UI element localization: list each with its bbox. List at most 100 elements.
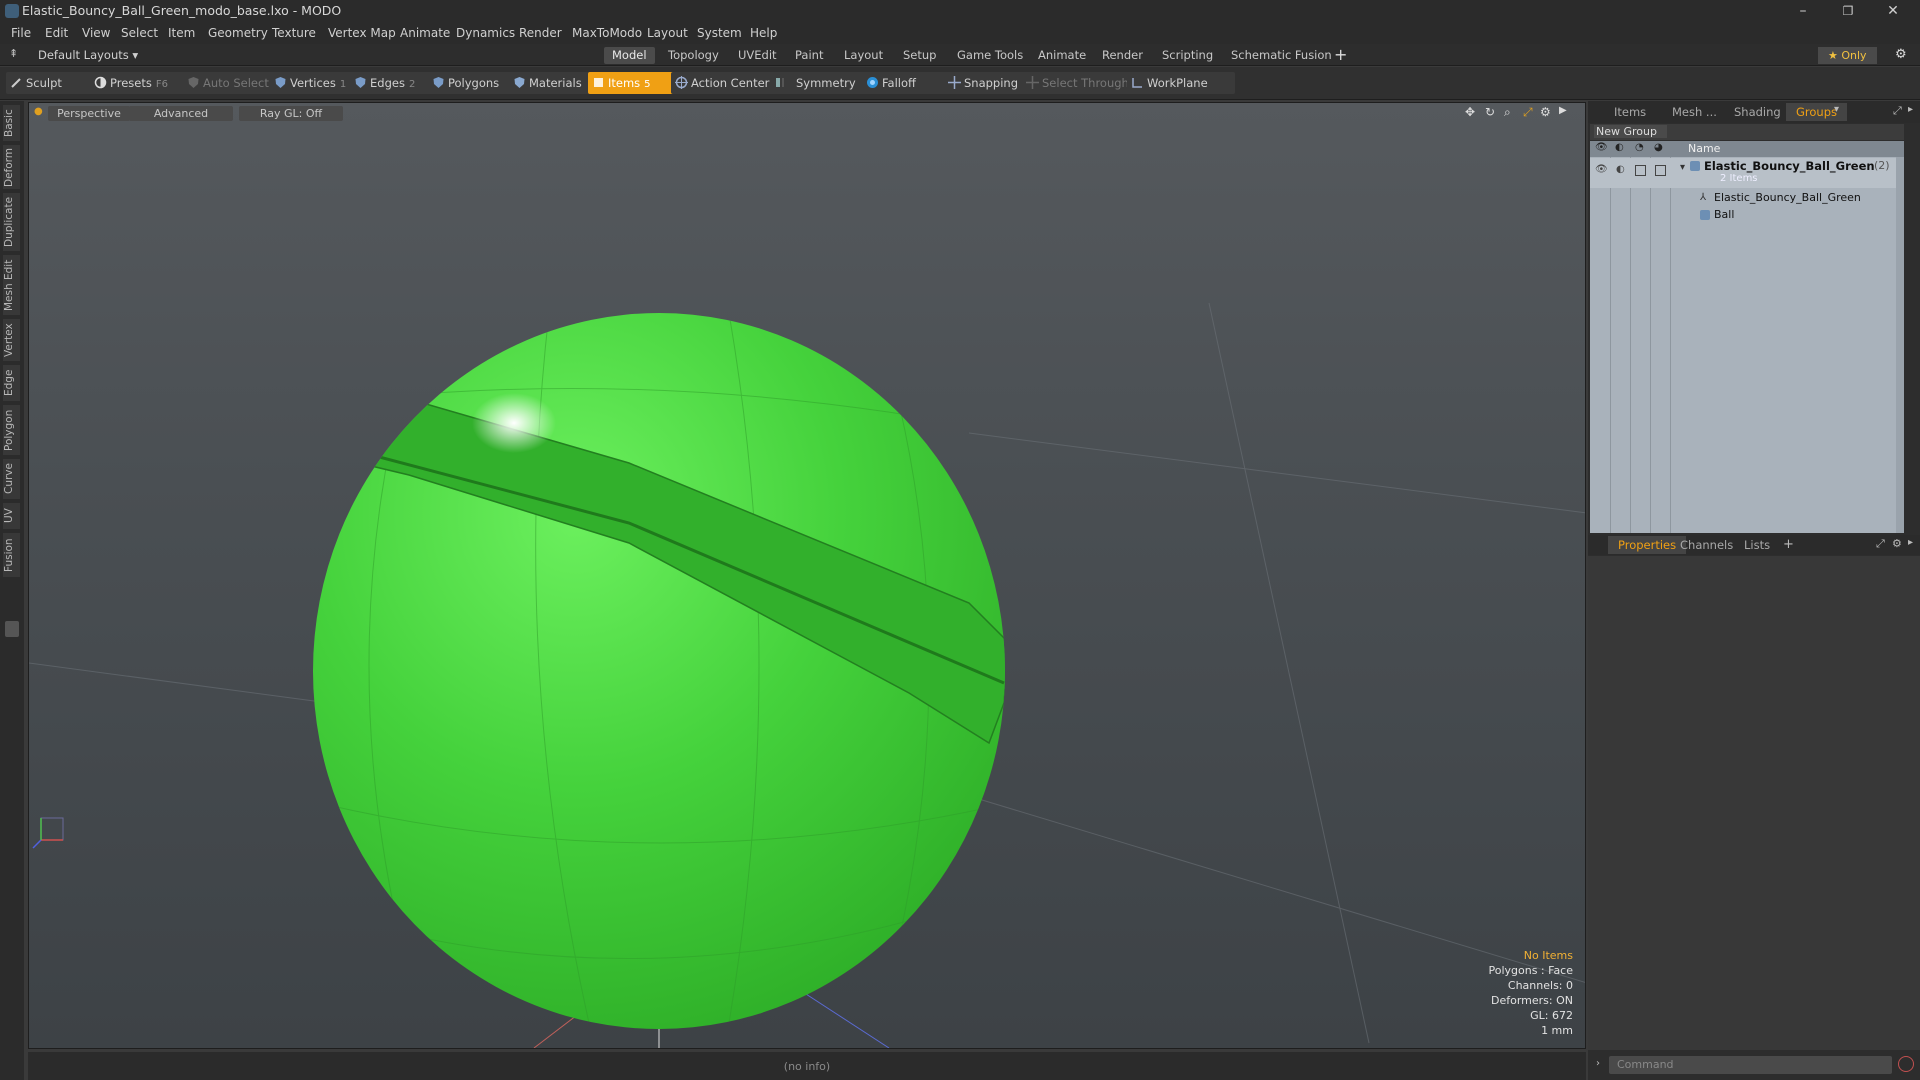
groups-list[interactable]: 👁 ◐ ◔ ◕ Name 👁 ◐ ▾ Elastic_Bouncy_Ball_G… (1590, 141, 1904, 533)
tab-uvedit[interactable]: UVEdit (730, 47, 785, 64)
vtab-deform[interactable]: Deform (3, 145, 20, 189)
only-toggle[interactable]: ★ Only (1818, 47, 1877, 64)
hud-gl: GL: 672 (1530, 1009, 1573, 1022)
vtab-fusion[interactable]: Fusion (3, 533, 20, 577)
tab-render[interactable]: Render (1094, 47, 1151, 64)
tab-animate[interactable]: Animate (1030, 47, 1094, 64)
select-icon[interactable]: ◕ (1654, 142, 1663, 153)
lock-icon[interactable]: ◔ (1635, 142, 1644, 153)
command-input[interactable]: Command (1609, 1056, 1892, 1074)
tab-topology[interactable]: Topology (660, 47, 727, 64)
items-icon (594, 78, 603, 87)
tab-channels[interactable]: Channels (1670, 536, 1743, 554)
tab-mesh[interactable]: Mesh ... (1662, 103, 1727, 121)
viewport-info-hud: No Items Polygons : Face Channels: 0 Def… (1488, 948, 1573, 1038)
render-icon[interactable]: ◐ (1615, 142, 1624, 153)
layout-collapse-icon[interactable]: ⇞ (9, 47, 18, 60)
default-layouts-dropdown[interactable]: Default Layouts ▾ (38, 48, 138, 62)
gear-icon[interactable]: ⚙ (1895, 47, 1907, 62)
group-item-count: 2 Items (1720, 173, 1758, 184)
vtab-curve[interactable]: Curve (3, 459, 20, 499)
menu-item[interactable]: Item (168, 26, 195, 40)
menu-vertex-map[interactable]: Vertex Map (328, 26, 396, 40)
menu-animate[interactable]: Animate (400, 26, 450, 40)
tab-schematic-fusion[interactable]: Schematic Fusion (1223, 47, 1340, 64)
menu-dynamics[interactable]: Dynamics (456, 26, 515, 40)
add-tab-button[interactable]: + (1783, 537, 1794, 552)
menu-view[interactable]: View (82, 26, 110, 40)
tab-items[interactable]: Items (1604, 103, 1656, 121)
tab-layout[interactable]: Layout (836, 47, 891, 64)
workplane-button[interactable]: WorkPlane (1127, 72, 1235, 94)
panel-arrow-icon[interactable]: ▸ (1908, 104, 1913, 115)
panel-arrow-icon[interactable]: ▸ (1908, 537, 1913, 548)
symmetry-button[interactable]: Symmetry (770, 72, 876, 94)
group-visibility-icon[interactable]: 👁 (1595, 164, 1608, 175)
crosshair-icon (675, 76, 688, 89)
vtab-vertex[interactable]: Vertex (3, 319, 20, 361)
tab-model[interactable]: Model (604, 47, 655, 64)
brush-icon (11, 78, 21, 88)
tab-shading[interactable]: Shading (1724, 103, 1791, 121)
group-row[interactable]: 👁 ◐ ▾ Elastic_Bouncy_Ball_Green (2) 2 It… (1590, 158, 1904, 188)
groups-scrollbar[interactable] (1896, 157, 1904, 533)
close-button[interactable]: ✕ (1873, 1, 1913, 21)
tab-lists[interactable]: Lists (1734, 536, 1780, 554)
vtab-mesh-edit[interactable]: Mesh Edit (3, 255, 20, 315)
expand-tools-button[interactable] (5, 621, 19, 637)
group-child-row[interactable]: Ball (1590, 207, 1904, 223)
materials-icon (514, 77, 525, 88)
tab-game-tools[interactable]: Game Tools (949, 47, 1031, 64)
scene-canvas (29, 302, 1585, 1048)
tool-bar: Sculpt Presets F6 Auto Select Vertices 1 E… (0, 67, 1920, 100)
new-group-button[interactable]: New Group (1594, 125, 1667, 138)
eye-icon[interactable]: 👁 (1595, 142, 1608, 153)
tab-scripting[interactable]: Scripting (1154, 47, 1221, 64)
vtab-polygon[interactable]: Polygon (3, 405, 20, 455)
panel-gear-icon[interactable]: ⚙ (1892, 537, 1902, 550)
vtab-uv[interactable]: UV (3, 503, 20, 529)
edges-icon (355, 77, 366, 88)
groups-toolbar: New Group (1590, 124, 1904, 140)
group-lock-checkbox[interactable] (1635, 165, 1646, 176)
right-panel: Items Mesh ... Shading Groups ▾ ⤢ ▸ New … (1588, 101, 1920, 1080)
add-tab-button[interactable]: + (1334, 45, 1347, 64)
group-count: (2) (1874, 159, 1890, 172)
panel-expand-icon[interactable]: ⤢ (1893, 104, 1902, 118)
tab-paint[interactable]: Paint (787, 47, 831, 64)
minimize-button[interactable]: – (1783, 1, 1823, 21)
tabs-dropdown-icon[interactable]: ▾ (1834, 104, 1839, 115)
hud-unit: 1 mm (1541, 1024, 1573, 1037)
vtab-edge[interactable]: Edge (3, 365, 20, 401)
menu-texture[interactable]: Texture (272, 26, 316, 40)
menu-layout[interactable]: Layout (647, 26, 688, 40)
hud-polygons: Polygons : Face (1488, 964, 1573, 977)
vtab-duplicate[interactable]: Duplicate (3, 193, 20, 251)
panel-expand-icon[interactable]: ⤢ (1876, 537, 1885, 551)
menu-system[interactable]: System (697, 26, 742, 40)
presets-icon (94, 76, 107, 89)
3d-viewport[interactable]: ● Perspective Advanced Ray GL: Off ✥ ↻ ⌕… (28, 102, 1586, 1049)
vtab-basic[interactable]: Basic (3, 105, 20, 141)
command-arrow-icon: › (1596, 1058, 1600, 1069)
group-select-checkbox[interactable] (1655, 165, 1666, 176)
name-column-header[interactable]: Name (1688, 142, 1720, 155)
menu-edit[interactable]: Edit (45, 26, 68, 40)
group-collapse-icon[interactable]: ▾ (1680, 162, 1685, 173)
modo-app-icon (5, 4, 19, 18)
group-child-row[interactable]: ⅄ Elastic_Bouncy_Ball_Green (1590, 190, 1904, 206)
restore-button[interactable]: ❐ (1828, 1, 1868, 21)
snapping-icon (948, 76, 961, 89)
tab-setup[interactable]: Setup (895, 47, 944, 64)
menu-render[interactable]: Render (519, 26, 562, 40)
right-panel-tabs: Items Mesh ... Shading Groups ▾ ⤢ ▸ (1588, 101, 1920, 123)
menu-bar: File Edit View Select Item Geometry Text… (0, 22, 1920, 44)
menu-geometry[interactable]: Geometry (208, 26, 268, 40)
command-history-icon[interactable] (1898, 1056, 1914, 1072)
menu-select[interactable]: Select (121, 26, 158, 40)
menu-file[interactable]: File (11, 26, 31, 40)
menu-help[interactable]: Help (750, 26, 777, 40)
vertices-icon (275, 77, 286, 88)
menu-maxtomodo[interactable]: MaxToModo (572, 26, 642, 40)
group-render-icon[interactable]: ◐ (1616, 164, 1625, 175)
